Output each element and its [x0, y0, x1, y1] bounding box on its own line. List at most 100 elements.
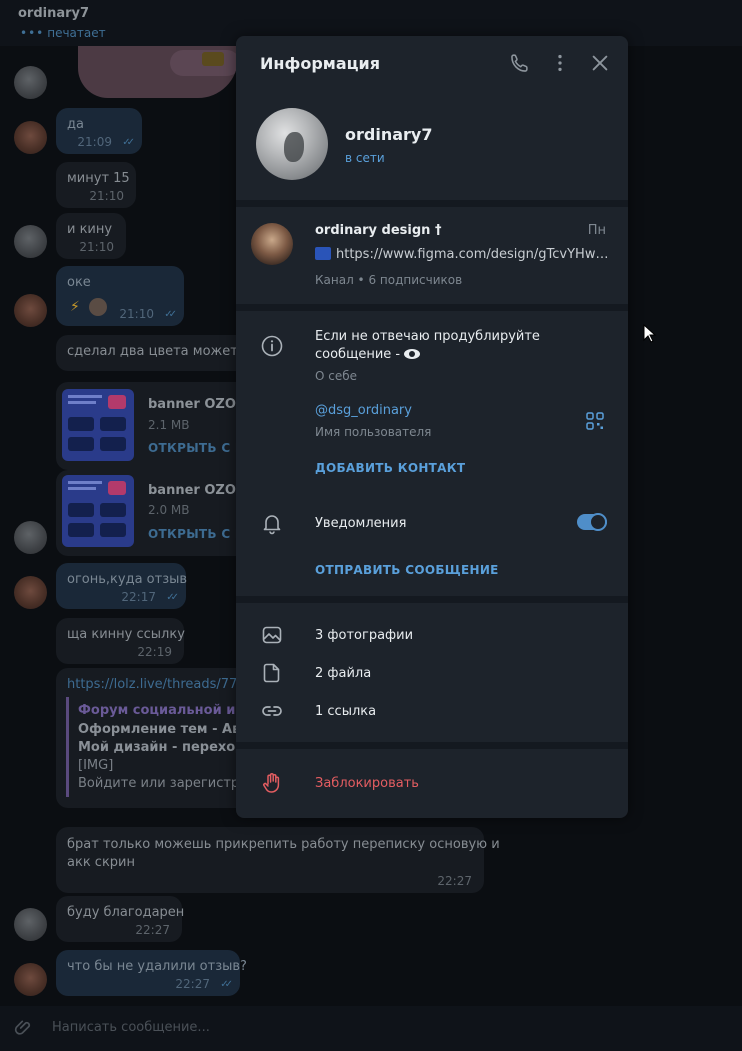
panel-title: Информация	[260, 54, 380, 73]
section-divider	[236, 596, 628, 603]
channel-last-date: Пн	[587, 223, 606, 238]
message-bubble[interactable]: сделал два цвета может одн	[56, 335, 267, 371]
sticker-message[interactable]	[78, 46, 238, 98]
phone-icon[interactable]	[509, 52, 531, 74]
files-row[interactable]	[236, 656, 628, 690]
typing-dots: •••	[20, 26, 45, 40]
file-size: 2.1 MB	[148, 418, 190, 432]
read-check-icon: ✓✓	[166, 592, 179, 603]
message-time: 21:10	[79, 240, 114, 254]
typing-status: ••• печатает	[20, 26, 106, 40]
message-bubble[interactable]: огонь,куда отзыв 22:17 ✓✓	[56, 563, 188, 609]
preview-description: Войдите или зарегистрир	[78, 776, 256, 791]
avatar[interactable]	[14, 576, 47, 609]
typing-label: печатает	[47, 26, 106, 40]
channel-avatar	[251, 223, 293, 265]
notifications-toggle[interactable]	[577, 513, 607, 531]
more-vertical-icon[interactable]	[549, 52, 571, 74]
preview-image-tag: [IMG]	[78, 758, 114, 773]
link-icon	[262, 706, 282, 716]
file-thumbnail[interactable]	[62, 389, 134, 461]
link-preview[interactable]: Форум социальной инж Оформление тем - Ав…	[66, 697, 265, 797]
channel-last-message: https://www.figma.com/design/gTcvYHwQE..…	[315, 247, 609, 262]
message-bubble[interactable]: буду благодарен 22:27	[56, 896, 185, 942]
message-time: 21:10	[119, 307, 154, 321]
avatar[interactable]	[14, 66, 47, 99]
bio-text[interactable]: Если не отвечаю продублируйте сообщение …	[315, 328, 610, 364]
message-text: что бы не удалили отзыв?	[67, 959, 247, 974]
online-status: в сети	[345, 151, 385, 165]
chat-title[interactable]: ordinary7	[18, 6, 89, 21]
attach-icon[interactable]	[14, 1018, 34, 1038]
avatar[interactable]	[14, 908, 47, 941]
profile-name: ordinary7	[345, 125, 433, 144]
sticker-band	[202, 52, 224, 66]
message-bubble[interactable]: и кину 21:10	[56, 213, 126, 259]
ozon-logo-icon	[108, 395, 126, 409]
message-input[interactable]: Написать сообщение...	[52, 1020, 210, 1035]
username-value[interactable]: @dsg_ordinary	[315, 403, 412, 418]
message-time: 22:27	[437, 874, 472, 888]
preview-site-name: Форум социальной инж	[78, 703, 258, 718]
preview-title: Мой дизайн - переходит	[78, 740, 263, 755]
notifications-label: Уведомления	[315, 516, 407, 531]
links-row[interactable]	[236, 694, 628, 728]
message-composer: Написать сообщение...	[0, 1006, 742, 1051]
avatar[interactable]	[14, 963, 47, 996]
username-label: Имя пользователя	[315, 425, 432, 439]
send-message-button[interactable]: ОТПРАВИТЬ СООБЩЕНИЕ	[315, 563, 499, 577]
add-contact-button[interactable]: ДОБАВИТЬ КОНТАКТ	[315, 461, 465, 475]
links-count: 1 ссылка	[315, 704, 377, 719]
mouse-cursor-icon	[643, 324, 657, 343]
photo-icon	[262, 626, 282, 644]
block-user-button: Заблокировать	[315, 776, 419, 791]
avatar[interactable]	[14, 121, 47, 154]
file-size: 2.0 MB	[148, 503, 190, 517]
avatar[interactable]	[14, 294, 47, 327]
profile-avatar[interactable]	[256, 108, 328, 180]
channel-name: ordinary design †	[315, 223, 442, 238]
message-text: ща кинну ссылку	[67, 627, 185, 642]
message-text: минут 15	[67, 171, 130, 186]
message-time: 22:27	[135, 923, 170, 937]
avatar[interactable]	[14, 521, 47, 554]
lightning-emoji: ⚡	[70, 299, 80, 315]
read-check-icon: ✓✓	[122, 137, 135, 148]
message-time: 22:17	[121, 590, 156, 604]
message-text: буду благодарен	[67, 905, 185, 920]
message-text: акк скрин	[67, 855, 136, 870]
eye-emoji-icon	[404, 349, 421, 359]
bell-icon	[263, 515, 281, 535]
message-time: 21:09	[77, 135, 112, 149]
file-thumbnail[interactable]	[62, 475, 134, 547]
info-icon	[261, 335, 283, 357]
photos-count: 3 фотографии	[315, 628, 414, 643]
block-user-row[interactable]	[236, 758, 628, 808]
message-link[interactable]: https://lolz.live/threads/7725	[67, 677, 254, 692]
message-text: и кину	[67, 222, 113, 237]
message-text: да	[67, 117, 84, 132]
message-bubble[interactable]: оке ⚡ 21:10 ✓✓	[56, 266, 184, 326]
file-icon	[263, 663, 280, 683]
qr-code-icon[interactable]	[586, 412, 604, 430]
message-bubble[interactable]: да 21:09 ✓✓	[56, 108, 142, 154]
read-check-icon: ✓✓	[164, 309, 177, 320]
message-time: 22:19	[137, 645, 172, 659]
message-text: брат только можешь прикрепить работу пер…	[67, 837, 500, 852]
close-icon[interactable]	[589, 52, 611, 74]
message-text: оке	[67, 275, 91, 290]
channel-meta: Канал • 6 подписчиков	[315, 273, 463, 287]
read-check-icon: ✓✓	[220, 979, 233, 990]
message-bubble[interactable]: минут 15 21:10	[56, 162, 136, 208]
telegram-window: ordinary7 ••• печатает да 21:09 ✓✓ минут …	[0, 0, 742, 1051]
bio-label: О себе	[315, 369, 358, 383]
message-bubble[interactable]: ща кинну ссылку 22:19	[56, 618, 185, 664]
photos-row[interactable]	[236, 618, 628, 652]
file-name: banner OZON	[148, 483, 247, 498]
ozon-logo-icon	[108, 481, 126, 495]
message-text: огонь,куда отзыв	[67, 572, 188, 587]
avatar[interactable]	[14, 225, 47, 258]
message-bubble[interactable]: брат только можешь прикрепить работу пер…	[56, 827, 500, 893]
block-hand-icon	[263, 773, 280, 793]
message-bubble[interactable]: что бы не удалили отзыв? 22:27 ✓✓	[56, 950, 247, 996]
